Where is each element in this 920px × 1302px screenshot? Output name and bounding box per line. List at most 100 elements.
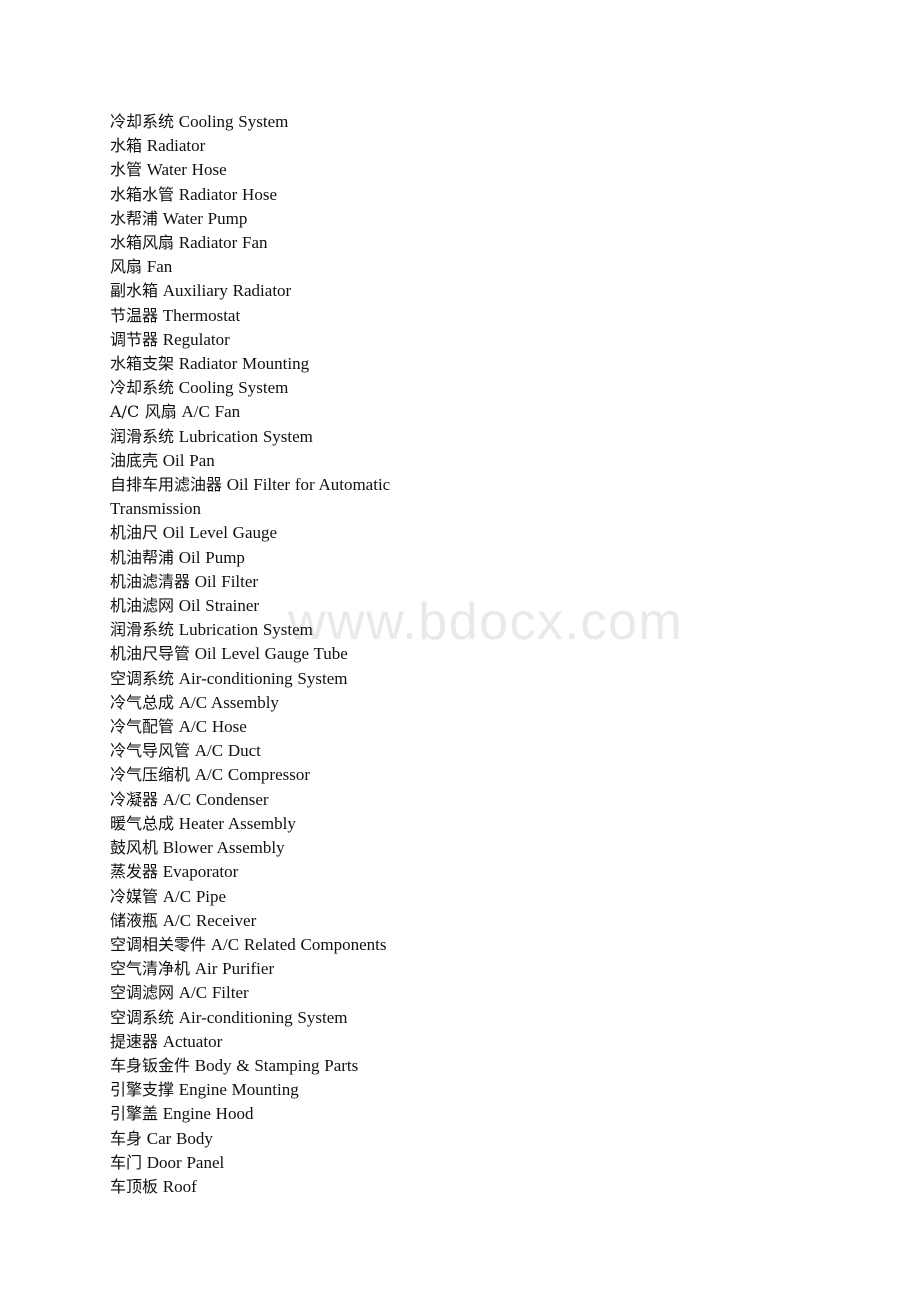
- glossary-term-en: Door Panel: [146, 1152, 225, 1172]
- glossary-term-en: A/C Filter: [178, 983, 249, 1003]
- glossary-entry: 机油滤网 Oil Strainer: [110, 594, 450, 618]
- glossary-term-en: A/C Receiver: [162, 910, 257, 930]
- glossary-term-zh: 空气清净机: [110, 959, 191, 979]
- glossary-term-zh: 调节器: [110, 329, 159, 349]
- glossary-entry: 冷气导风管 A/C Duct: [110, 739, 450, 763]
- glossary-term-zh: 风扇: [110, 257, 143, 277]
- glossary-term-zh: 蒸发器: [110, 862, 159, 882]
- glossary-term-en: Lubrication System: [178, 620, 313, 640]
- glossary-entry: 冷气压缩机 A/C Compressor: [110, 763, 450, 787]
- glossary-entry: 空调相关零件 A/C Related Components: [110, 933, 450, 957]
- glossary-entry: 水箱水管 Radiator Hose: [110, 183, 450, 207]
- glossary-term-en: Evaporator: [162, 862, 239, 882]
- glossary-term-en: Air-conditioning System: [178, 1007, 348, 1027]
- glossary-term-zh: 车身钣金件: [110, 1055, 191, 1075]
- glossary-term-en: A/C Hose: [178, 717, 247, 737]
- glossary-term-en: Oil Strainer: [178, 596, 260, 616]
- glossary-term-en: Engine Mounting: [178, 1080, 299, 1100]
- glossary-term-zh: 车身: [110, 1128, 143, 1148]
- glossary-term-en: A/C Related Components: [210, 934, 387, 954]
- glossary-term-zh: 水管: [110, 160, 143, 180]
- glossary-term-zh: 冷气导风管: [110, 741, 191, 761]
- glossary-entry: A/C 风扇 A/C Fan: [110, 400, 450, 424]
- glossary-term-zh: 冷气配管: [110, 717, 175, 737]
- glossary-entry: 车顶板 Roof: [110, 1175, 450, 1199]
- glossary-term-zh: 冷却系统: [110, 112, 175, 131]
- glossary-entry: 引擎支撑 Engine Mounting: [110, 1078, 450, 1102]
- glossary-entry: 空调系统 Air-conditioning System: [110, 1006, 450, 1030]
- glossary-term-en: A/C Duct: [194, 741, 261, 761]
- glossary-term-en: Water Hose: [146, 160, 227, 180]
- glossary-term-en: Oil Pan: [162, 450, 215, 470]
- glossary-entry: 水箱风扇 Radiator Fan: [110, 231, 450, 255]
- glossary-term-zh: 润滑系统: [110, 426, 175, 446]
- glossary-term-zh: 提速器: [110, 1031, 159, 1051]
- glossary-term-en: Radiator Hose: [178, 184, 277, 204]
- glossary-term-zh: 机油尺导管: [110, 644, 191, 664]
- glossary-term-zh: 空调滤网: [110, 983, 175, 1003]
- glossary-term-en: Blower Assembly: [162, 838, 285, 858]
- glossary-entry: 冷气配管 A/C Hose: [110, 715, 450, 739]
- glossary-entry: 润滑系统 Lubrication System: [110, 425, 450, 449]
- glossary-term-zh: 机油滤网: [110, 596, 175, 616]
- glossary-term-en: Air Purifier: [194, 959, 275, 979]
- glossary-entry: 自排车用滤油器 Oil Filter for Automatic Transmi…: [110, 473, 450, 521]
- glossary-entry: 机油尺 Oil Level Gauge: [110, 521, 450, 545]
- glossary-list: 冷却系统 Cooling System 水箱 Radiator 水管 Water H…: [110, 110, 450, 1199]
- glossary-term-zh: 冷凝器: [110, 789, 159, 809]
- glossary-term-en: Oil Pump: [178, 547, 245, 567]
- glossary-entry: 车门 Door Panel: [110, 1151, 450, 1175]
- glossary-term-en: Heater Assembly: [178, 813, 296, 833]
- glossary-term-en: Car Body: [146, 1128, 213, 1148]
- glossary-entry: 冷凝器 A/C Condenser: [110, 788, 450, 812]
- glossary-entry: 冷却系统 Cooling System: [110, 376, 450, 400]
- glossary-entry: 空气清净机 Air Purifier: [110, 957, 450, 981]
- glossary-term-zh: 润滑系统: [110, 620, 175, 640]
- glossary-entry: 润滑系统 Lubrication System: [110, 618, 450, 642]
- glossary-term-zh: 油底壳: [110, 450, 159, 470]
- glossary-term-zh: 节温器: [110, 305, 159, 325]
- glossary-entry: 机油帮浦 Oil Pump: [110, 546, 450, 570]
- glossary-term-en: A/C Compressor: [194, 765, 311, 785]
- glossary-entry: 冷却系统 Cooling System: [110, 110, 450, 134]
- glossary-term-en: Cooling System: [178, 112, 289, 131]
- glossary-entry: 蒸发器 Evaporator: [110, 860, 450, 884]
- glossary-term-en: Engine Hood: [162, 1104, 254, 1124]
- glossary-term-zh: 水帮浦: [110, 208, 159, 228]
- glossary-term-en: Air-conditioning System: [178, 668, 348, 688]
- glossary-term-zh: 冷气总成: [110, 692, 175, 712]
- glossary-term-en: Auxiliary Radiator: [162, 281, 292, 301]
- glossary-term-zh: 自排车用滤油器: [110, 475, 223, 495]
- glossary-term-zh: 冷媒管: [110, 886, 159, 906]
- glossary-term-en: Oil Level Gauge: [162, 523, 278, 543]
- glossary-entry: 车身 Car Body: [110, 1127, 450, 1151]
- glossary-term-zh: 储液瓶: [110, 910, 159, 930]
- glossary-term-zh: 机油滤清器: [110, 571, 191, 591]
- glossary-term-en: Cooling System: [178, 378, 289, 398]
- glossary-term-zh: 暖气总成: [110, 813, 175, 833]
- glossary-entry: 鼓风机 Blower Assembly: [110, 836, 450, 860]
- glossary-term-zh: 冷却系统: [110, 378, 175, 398]
- glossary-term-en: Radiator: [146, 136, 206, 156]
- glossary-entry: 引擎盖 Engine Hood: [110, 1102, 450, 1126]
- glossary-entry: 冷媒管 A/C Pipe: [110, 885, 450, 909]
- glossary-entry: 储液瓶 A/C Receiver: [110, 909, 450, 933]
- glossary-entry: 冷气总成 A/C Assembly: [110, 691, 450, 715]
- document-page: www.bdocx.com 冷却系统 Cooling System 水箱 Radi…: [0, 0, 920, 1302]
- glossary-entry: 副水箱 Auxiliary Radiator: [110, 279, 450, 303]
- glossary-term-zh: 冷气压缩机: [110, 765, 191, 785]
- glossary-term-en: Lubrication System: [178, 426, 313, 446]
- glossary-term-en: Radiator Fan: [178, 233, 268, 253]
- glossary-entry: 风扇 Fan: [110, 255, 450, 279]
- glossary-entry: 节温器 Thermostat: [110, 304, 450, 328]
- glossary-entry: 油底壳 Oil Pan: [110, 449, 450, 473]
- glossary-term-en: Thermostat: [162, 305, 241, 325]
- glossary-entry: 空调滤网 A/C Filter: [110, 981, 450, 1005]
- glossary-entry: 机油尺导管 Oil Level Gauge Tube: [110, 642, 450, 666]
- glossary-term-en: Actuator: [162, 1031, 223, 1051]
- glossary-entry: 机油滤清器 Oil Filter: [110, 570, 450, 594]
- glossary-term-en: A/C Fan: [181, 402, 241, 422]
- glossary-term-zh: 空调系统: [110, 1007, 175, 1027]
- glossary-term-zh: 引擎盖: [110, 1104, 159, 1124]
- glossary-term-zh: 副水箱: [110, 281, 159, 301]
